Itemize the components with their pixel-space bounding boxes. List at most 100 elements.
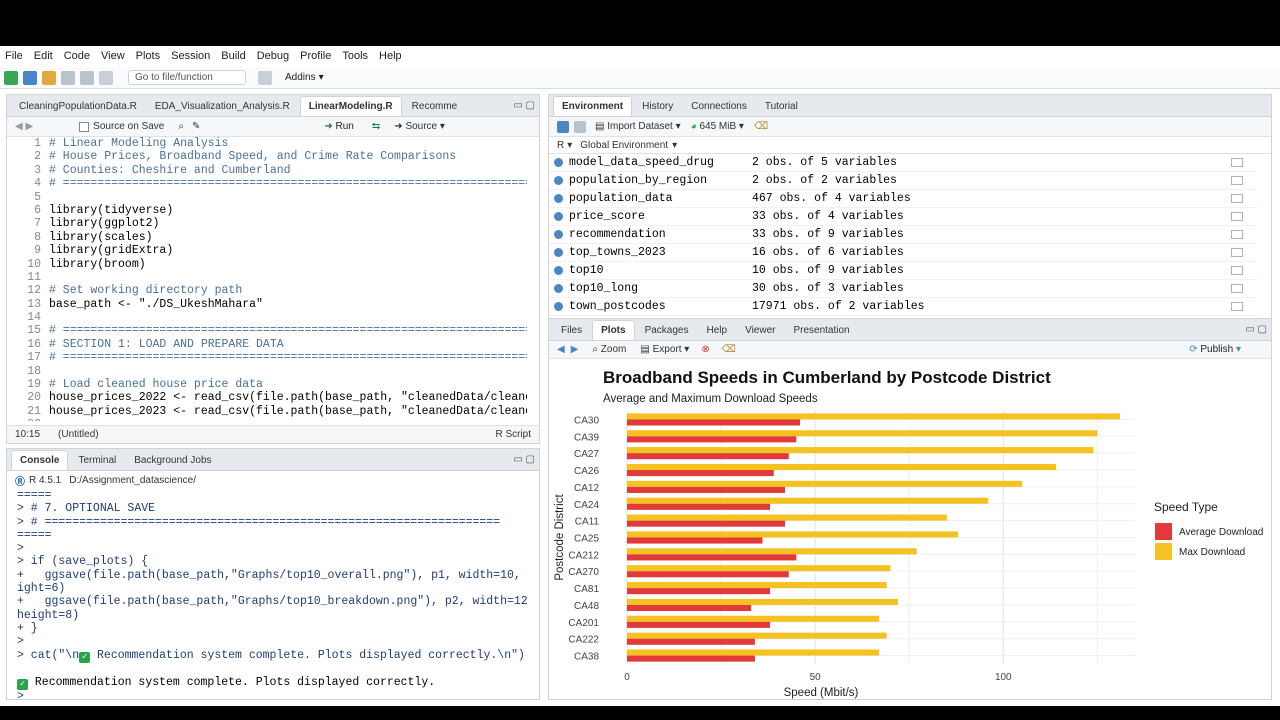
source-button[interactable]: ➜ Source ▾ bbox=[394, 121, 445, 132]
code-line[interactable]: 5 bbox=[7, 191, 527, 204]
code-line[interactable]: 3 # Counties: Cheshire and Cumberland bbox=[7, 164, 527, 177]
code-line[interactable]: 14 bbox=[7, 311, 527, 324]
run-button[interactable]: ➜ Run bbox=[324, 121, 354, 132]
scope-select[interactable]: Global Environment bbox=[580, 140, 668, 151]
pane-window-controls[interactable]: ▭ ▢ bbox=[1245, 324, 1267, 335]
save-workspace-icon[interactable] bbox=[574, 120, 586, 133]
tab-help[interactable]: Help bbox=[699, 321, 736, 340]
source-on-save-checkbox[interactable] bbox=[79, 121, 90, 132]
save-icon[interactable] bbox=[61, 70, 75, 85]
tab-recommendation[interactable]: Recomme bbox=[404, 97, 466, 116]
expand-icon[interactable] bbox=[554, 212, 563, 221]
code-line[interactable]: 20 house_prices_2022 <- read_csv(file.pat… bbox=[7, 391, 527, 404]
code-line[interactable]: 18 bbox=[7, 365, 527, 378]
menu-build[interactable]: Build bbox=[221, 50, 245, 62]
open-file-icon[interactable] bbox=[42, 70, 56, 85]
tab-presentation[interactable]: Presentation bbox=[785, 321, 857, 340]
view-table-icon[interactable] bbox=[1231, 194, 1243, 203]
view-table-icon[interactable] bbox=[1231, 284, 1243, 293]
expand-icon[interactable] bbox=[554, 176, 563, 185]
prev-plot-icon[interactable]: ◀ bbox=[557, 344, 565, 355]
view-table-icon[interactable] bbox=[1231, 212, 1243, 221]
menu-code[interactable]: Code bbox=[64, 50, 90, 62]
addins-menu[interactable]: Addins bbox=[285, 72, 316, 83]
tab-packages[interactable]: Packages bbox=[637, 321, 697, 340]
view-table-icon[interactable] bbox=[1231, 248, 1243, 257]
new-file-icon[interactable] bbox=[4, 70, 18, 85]
function-scope[interactable]: (Untitled) bbox=[58, 429, 99, 440]
code-line[interactable]: 4 # =====================================… bbox=[7, 177, 527, 190]
save-all-icon[interactable] bbox=[80, 70, 94, 85]
tab-viewer[interactable]: Viewer bbox=[737, 321, 783, 340]
file-type[interactable]: R Script bbox=[495, 429, 531, 440]
code-line[interactable]: 19 # Load cleaned house price data bbox=[7, 378, 527, 391]
menu-plots[interactable]: Plots bbox=[136, 50, 160, 62]
pane-window-controls[interactable]: ▭ ▢ bbox=[513, 100, 535, 111]
expand-icon[interactable] bbox=[554, 158, 563, 167]
code-line[interactable]: 7 library(ggplot2) bbox=[7, 217, 527, 230]
menu-session[interactable]: Session bbox=[171, 50, 210, 62]
tab-plots[interactable]: Plots bbox=[592, 320, 635, 340]
broom-icon[interactable]: ⌫ bbox=[754, 121, 768, 132]
zoom-button[interactable]: ⌕ Zoom bbox=[592, 344, 626, 355]
view-table-icon[interactable] bbox=[1231, 158, 1243, 167]
tab-environment[interactable]: Environment bbox=[553, 96, 633, 116]
code-line[interactable]: 11 bbox=[7, 271, 527, 284]
environment-row[interactable]: population_by_region 2 obs. of 2 variable… bbox=[549, 172, 1257, 190]
code-line[interactable]: 21 house_prices_2023 <- read_csv(file.pat… bbox=[7, 405, 527, 418]
tab-history[interactable]: History bbox=[634, 97, 681, 116]
menu-profile[interactable]: Profile bbox=[300, 50, 331, 62]
expand-icon[interactable] bbox=[554, 284, 563, 293]
code-line[interactable]: 16 # SECTION 1: LOAD AND PREPARE DATA bbox=[7, 338, 527, 351]
view-table-icon[interactable] bbox=[1231, 266, 1243, 275]
code-line[interactable]: 13 base_path <- "./DS_UkeshMahara" bbox=[7, 298, 527, 311]
environment-row[interactable]: price_score 33 obs. of 4 variables bbox=[549, 208, 1257, 226]
clear-plots-icon[interactable]: ⌫ bbox=[722, 344, 736, 355]
print-icon[interactable] bbox=[99, 70, 113, 85]
tab-cleaning-population[interactable]: CleaningPopulationData.R bbox=[11, 97, 145, 116]
magic-wand-icon[interactable]: ✎ bbox=[192, 121, 200, 132]
environment-row[interactable]: top10_long 30 obs. of 3 variables bbox=[549, 280, 1257, 298]
environment-row[interactable]: top10 10 obs. of 9 variables bbox=[549, 262, 1257, 280]
memory-usage[interactable]: ◕ 645 MiB ▾ bbox=[691, 121, 744, 132]
view-table-icon[interactable] bbox=[1231, 176, 1243, 185]
code-editor[interactable]: 1 # Linear Modeling Analysis 2 # House Pric… bbox=[7, 137, 527, 421]
expand-icon[interactable] bbox=[554, 302, 563, 311]
code-line[interactable]: 15 # ====================================… bbox=[7, 324, 527, 337]
console-output[interactable]: ===== > # 7. OPTIONAL SAVE > # ===========… bbox=[7, 489, 527, 699]
menu-debug[interactable]: Debug bbox=[257, 50, 289, 62]
expand-icon[interactable] bbox=[554, 248, 563, 257]
goto-file-input[interactable]: Go to file/function bbox=[128, 70, 246, 85]
code-line[interactable]: 8 library(scales) bbox=[7, 231, 527, 244]
code-line[interactable]: 1 # Linear Modeling Analysis bbox=[7, 137, 527, 150]
console-prompt[interactable]: > bbox=[17, 690, 527, 699]
code-line[interactable]: 10 library(broom) bbox=[7, 258, 527, 271]
tab-terminal[interactable]: Terminal bbox=[70, 451, 124, 470]
view-table-icon[interactable] bbox=[1231, 302, 1243, 311]
export-button[interactable]: ▤ Export ▾ bbox=[640, 344, 689, 355]
code-line[interactable]: 9 library(gridExtra) bbox=[7, 244, 527, 257]
rerun-icon[interactable]: ⇆ bbox=[372, 121, 380, 132]
import-dataset-button[interactable]: ▤ Import Dataset ▾ bbox=[595, 121, 681, 132]
tab-connections[interactable]: Connections bbox=[683, 97, 755, 116]
tab-tutorial[interactable]: Tutorial bbox=[757, 97, 806, 116]
environment-row[interactable]: top_towns_2023 16 obs. of 6 variables bbox=[549, 244, 1257, 262]
code-line[interactable]: 22 bbox=[7, 418, 527, 421]
tab-files[interactable]: Files bbox=[553, 321, 590, 340]
tab-eda-visualization[interactable]: EDA_Visualization_Analysis.R bbox=[147, 97, 298, 116]
remove-plot-icon[interactable]: ⊗ bbox=[701, 344, 709, 355]
expand-icon[interactable] bbox=[554, 230, 563, 239]
code-line[interactable]: 2 # House Prices, Broadband Speed, and Cr… bbox=[7, 150, 527, 163]
menu-tools[interactable]: Tools bbox=[342, 50, 368, 62]
expand-icon[interactable] bbox=[554, 266, 563, 275]
expand-icon[interactable] bbox=[554, 194, 563, 203]
tab-background-jobs[interactable]: Background Jobs bbox=[126, 451, 219, 470]
grid-layout-icon[interactable] bbox=[258, 70, 272, 85]
search-icon[interactable]: ⌕ bbox=[178, 121, 184, 132]
tab-linear-modeling[interactable]: LinearModeling.R bbox=[299, 96, 402, 116]
environment-row[interactable]: model_data_speed_drug 2 obs. of 5 variabl… bbox=[549, 154, 1257, 172]
code-line[interactable]: 12 # Set working directory path bbox=[7, 284, 527, 297]
environment-row[interactable]: population_data 467 obs. of 4 variables bbox=[549, 190, 1257, 208]
pane-window-controls[interactable]: ▭ ▢ bbox=[513, 454, 535, 465]
menu-edit[interactable]: Edit bbox=[34, 50, 53, 62]
